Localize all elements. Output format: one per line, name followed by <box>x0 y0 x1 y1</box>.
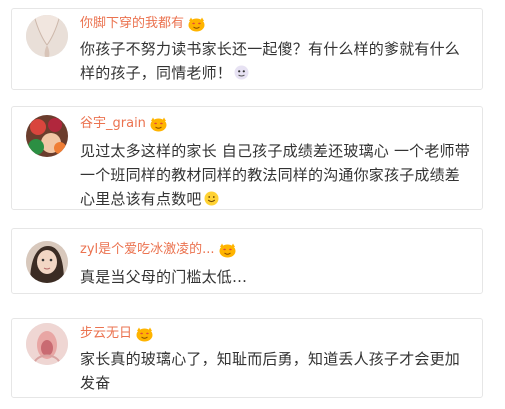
vip-badge-icon <box>219 243 236 258</box>
vip-badge-icon <box>150 117 167 132</box>
avatar[interactable] <box>26 241 68 283</box>
smile-emoji-icon <box>204 189 219 206</box>
comment-text: 你孩子不努力读书家长还一起傻？有什么样的爹就有什么样的孩子，同情老师！ <box>80 40 461 82</box>
comment-card: 你脚下穿的我都有 你孩子不努力读书家长还一起傻？有什么样的爹就有什么样的孩子，同… <box>11 8 483 90</box>
comment-card: 谷宇_grain 见过太多这样的家长 自己孩子成绩差还玻璃心 一个老师带一个班同… <box>11 106 483 210</box>
avatar[interactable] <box>26 15 68 57</box>
username-link[interactable]: 你脚下穿的我都有 <box>80 15 184 33</box>
comment-text: 家长真的玻璃心了，知耻而后勇，知道丢人孩子才会更加发奋 <box>80 350 461 392</box>
avatar[interactable] <box>26 115 68 157</box>
username-link[interactable]: 谷宇_grain <box>80 115 146 133</box>
vip-badge-icon <box>136 327 153 342</box>
doge-emoji-icon <box>234 63 249 80</box>
username-link[interactable]: 步云无日 <box>80 325 132 343</box>
comment-text: 见过太多这样的家长 自己孩子成绩差还玻璃心 一个老师带一个班同样的教材同样的教法… <box>80 142 470 208</box>
comment-card: zyl是个爱吃冰激凌的... 真是当父母的门槛太低… <box>11 228 483 294</box>
username-link[interactable]: zyl是个爱吃冰激凌的... <box>80 241 215 259</box>
vip-badge-icon <box>188 17 205 32</box>
comment-text: 真是当父母的门槛太低… <box>80 268 248 286</box>
avatar[interactable] <box>26 323 68 365</box>
comment-feed: 你脚下穿的我都有 你孩子不努力读书家长还一起傻？有什么样的爹就有什么样的孩子，同… <box>0 0 505 409</box>
comment-card: 步云无日 家长真的玻璃心了，知耻而后勇，知道丢人孩子才会更加发奋 <box>11 318 483 398</box>
